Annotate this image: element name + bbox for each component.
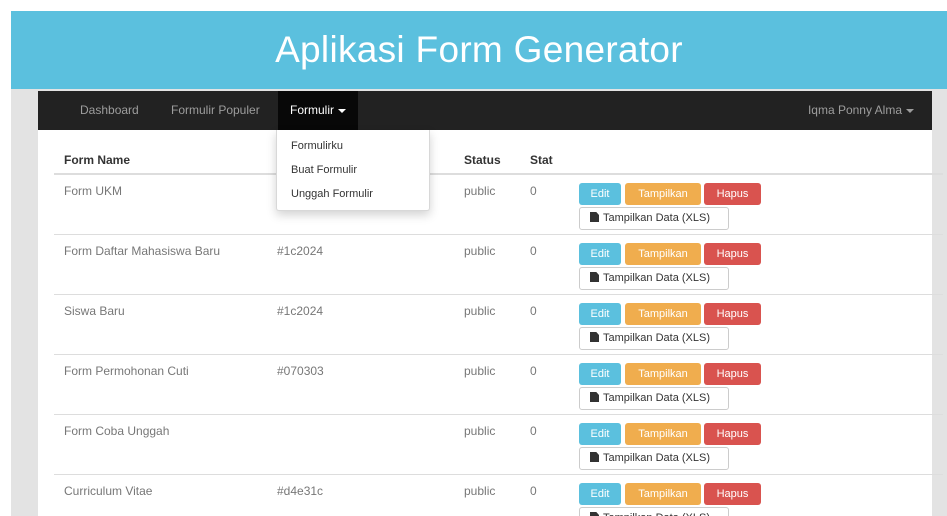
xls-label: Tampilkan Data (XLS) [603,332,710,344]
form-name-cell: Form Daftar Mahasiswa Baru [64,244,221,258]
hapus-button[interactable]: Hapus [704,183,761,205]
form-status-cell: public [464,424,496,438]
tampilkan-button[interactable]: Tampilkan [625,183,701,205]
edit-button[interactable]: Edit [579,423,621,445]
tampilkan-button[interactable]: Tampilkan [625,363,701,385]
table-row: Form Coba Unggah public 0 Edit Tampilkan… [54,415,943,475]
xls-label: Tampilkan Data (XLS) [603,272,710,284]
tampilkan-xls-button[interactable]: Tampilkan Data (XLS) [579,327,729,350]
file-export-icon [590,512,599,516]
table-row: Form UKM public 0 Edit Tampilkan Hapus T… [54,175,943,235]
tampilkan-button[interactable]: Tampilkan [625,483,701,505]
form-name-cell: Form UKM [64,184,122,198]
form-color-cell: #1c2024 [277,304,324,318]
form-name-cell: Form Permohonan Cuti [64,364,189,378]
header-stat: Stat [530,153,553,167]
tampilkan-button[interactable]: Tampilkan [625,243,701,265]
app-header: Aplikasi Form Generator [11,11,947,89]
header-status: Status [464,153,501,167]
xls-label: Tampilkan Data (XLS) [603,392,710,404]
edit-button[interactable]: Edit [579,303,621,325]
xls-label: Tampilkan Data (XLS) [603,212,710,224]
menu-item-formulirku[interactable]: Formulirku [291,140,343,152]
form-name-cell: Form Coba Unggah [64,424,170,438]
hapus-button[interactable]: Hapus [704,243,761,265]
tampilkan-button[interactable]: Tampilkan [625,423,701,445]
nav-formulir-populer[interactable]: Formulir Populer [171,91,260,130]
edit-button[interactable]: Edit [579,243,621,265]
form-name-cell: Curriculum Vitae [64,484,153,498]
hapus-button[interactable]: Hapus [704,423,761,445]
form-status-cell: public [464,484,496,498]
hapus-button[interactable]: Hapus [704,363,761,385]
form-stat-cell: 0 [530,424,537,438]
form-stat-cell: 0 [530,304,537,318]
file-export-icon [590,212,599,222]
tampilkan-button[interactable]: Tampilkan [625,303,701,325]
form-stat-cell: 0 [530,244,537,258]
hapus-button[interactable]: Hapus [704,303,761,325]
file-export-icon [590,392,599,402]
nav-formulir-label: Formulir [290,103,334,117]
edit-button[interactable]: Edit [579,363,621,385]
xls-label: Tampilkan Data (XLS) [603,512,710,516]
form-color-cell: #070303 [277,364,324,378]
form-color-cell: #d4e31c [277,484,324,498]
form-color-cell: #1c2024 [277,244,324,258]
caret-down-icon [906,108,914,113]
tampilkan-xls-button[interactable]: Tampilkan Data (XLS) [579,447,729,470]
file-export-icon [590,452,599,462]
table-row: Form Daftar Mahasiswa Baru #1c2024 publi… [54,235,943,295]
navbar: Dashboard Formulir Populer Formulir Iqma… [38,91,932,130]
file-export-icon [590,332,599,342]
form-status-cell: public [464,184,496,198]
form-name-cell: Siswa Baru [64,304,125,318]
file-export-icon [590,272,599,282]
header-form-name: Form Name [64,153,131,167]
edit-button[interactable]: Edit [579,483,621,505]
table-row: Curriculum Vitae #d4e31c public 0 Edit T… [54,475,943,516]
hapus-button[interactable]: Hapus [704,483,761,505]
menu-item-unggah-formulir[interactable]: Unggah Formulir [291,188,373,200]
xls-label: Tampilkan Data (XLS) [603,452,710,464]
edit-button[interactable]: Edit [579,183,621,205]
user-menu[interactable]: Iqma Ponny Alma [808,91,914,130]
form-stat-cell: 0 [530,484,537,498]
form-stat-cell: 0 [530,184,537,198]
user-name: Iqma Ponny Alma [807,103,902,117]
nav-formulir-dropdown[interactable]: Formulir [278,91,358,130]
tampilkan-xls-button[interactable]: Tampilkan Data (XLS) [579,387,729,410]
form-status-cell: public [464,304,496,318]
formulir-dropdown-menu: Formulirku Buat Formulir Unggah Formulir [276,130,430,211]
tampilkan-xls-button[interactable]: Tampilkan Data (XLS) [579,207,729,230]
app-title: Aplikasi Form Generator [275,29,683,70]
tampilkan-xls-button[interactable]: Tampilkan Data (XLS) [579,507,729,516]
form-status-cell: public [464,364,496,378]
nav-dashboard[interactable]: Dashboard [80,91,139,130]
form-status-cell: public [464,244,496,258]
tampilkan-xls-button[interactable]: Tampilkan Data (XLS) [579,267,729,290]
form-stat-cell: 0 [530,364,537,378]
table-row: Form Permohonan Cuti #070303 public 0 Ed… [54,355,943,415]
menu-item-buat-formulir[interactable]: Buat Formulir [291,164,357,176]
caret-down-icon [338,108,346,113]
table-row: Siswa Baru #1c2024 public 0 Edit Tampilk… [54,295,943,355]
